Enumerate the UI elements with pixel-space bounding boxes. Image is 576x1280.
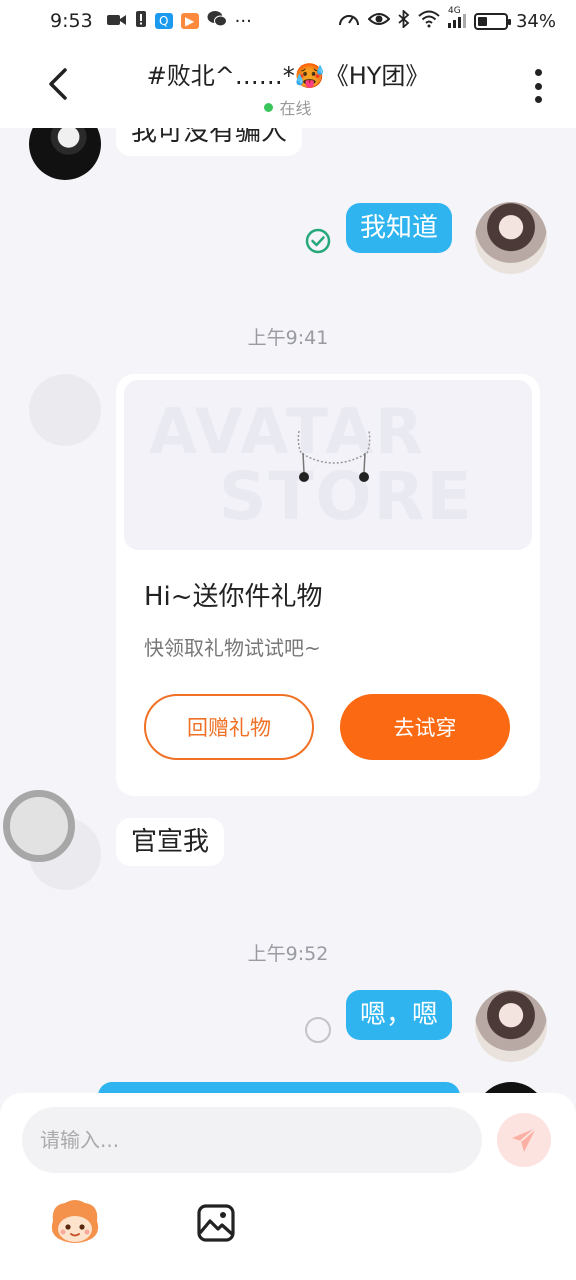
message-input[interactable]	[22, 1107, 482, 1173]
timestamp: 上午9:41	[247, 327, 329, 349]
avatar[interactable]	[475, 990, 547, 1062]
signal-icon: 4G	[447, 6, 466, 28]
speedometer-icon	[338, 10, 360, 33]
more-options-button[interactable]	[528, 66, 548, 106]
online-dot-icon	[264, 102, 274, 112]
network-type: 4G	[447, 6, 461, 16]
chevron-left-icon	[49, 68, 67, 100]
chat-area[interactable]: 我可没有骗人 我知道 上午9:41 AVATAR STORE Hi~送你件礼物 …	[0, 128, 576, 1093]
avatar[interactable]	[475, 202, 547, 274]
timestamp: 上午9:52	[247, 943, 329, 965]
return-gift-button[interactable]: 回赠礼物	[144, 694, 314, 760]
image-button[interactable]	[186, 1193, 246, 1253]
image-icon	[197, 1204, 235, 1242]
video-icon	[106, 11, 127, 32]
eye-icon	[367, 11, 391, 32]
message-bubble-partial[interactable]	[98, 1082, 460, 1093]
avatar[interactable]	[475, 1082, 547, 1093]
wifi-icon	[418, 10, 440, 33]
input-panel	[0, 1093, 576, 1280]
message-bubble[interactable]: 我知道	[346, 203, 453, 253]
chat-header: #败北^……*🥵《HY团》 在线	[0, 42, 576, 128]
chat-title: #败北^……*🥵《HY团》	[146, 62, 430, 90]
chat-title-area[interactable]: #败北^……*🥵《HY团》 在线	[100, 56, 476, 119]
bluetooth-icon	[398, 8, 410, 33]
earrings-icon	[297, 430, 371, 482]
avatar[interactable]	[29, 374, 101, 446]
sending-status-icon	[305, 1017, 331, 1043]
status-time: 9:53	[50, 10, 93, 32]
read-check-icon	[305, 228, 331, 258]
alert-icon	[135, 10, 147, 33]
battery-percent: 34%	[515, 10, 556, 32]
online-status: 在线	[100, 95, 476, 119]
try-on-button[interactable]: 去试穿	[340, 694, 510, 760]
q-app-icon: Q	[154, 13, 173, 29]
gift-image: AVATAR STORE	[124, 380, 532, 550]
status-bar: 9:53 Q ▶ ··· 4G 34%	[0, 0, 576, 42]
more-dots-icon: ···	[234, 10, 252, 32]
send-icon	[512, 1127, 537, 1152]
floating-assist-button[interactable]	[3, 790, 75, 862]
message-bubble[interactable]: 官宣我	[116, 818, 225, 866]
mascot-sticker-icon	[51, 1200, 99, 1243]
message-bubble[interactable]: 我可没有骗人	[116, 128, 303, 156]
gift-card[interactable]: AVATAR STORE Hi~送你件礼物 快领取礼物试试吧~ 回赠礼物 去试穿	[116, 374, 540, 796]
battery-icon	[473, 12, 511, 30]
message-bubble[interactable]: 嗯，嗯	[346, 990, 453, 1040]
send-button[interactable]	[497, 1113, 551, 1167]
online-status-label: 在线	[279, 99, 312, 118]
back-button[interactable]	[38, 64, 78, 104]
avatar[interactable]	[29, 128, 101, 180]
wechat-icon	[207, 10, 227, 32]
gift-subtitle: 快领取礼物试试吧~	[144, 636, 321, 660]
sticker-button[interactable]	[45, 1193, 105, 1253]
play-icon: ▶	[180, 13, 199, 29]
gift-title: Hi~送你件礼物	[144, 582, 323, 612]
